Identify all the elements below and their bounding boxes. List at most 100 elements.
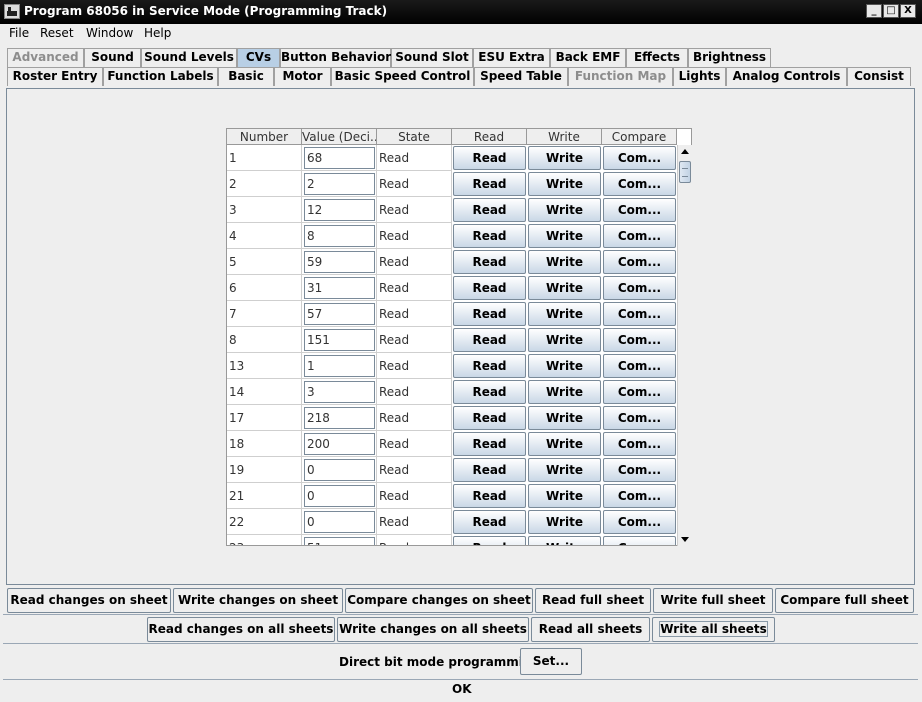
tab-effects[interactable]: Effects (626, 48, 688, 67)
cv-value-field[interactable]: 0 (304, 459, 375, 481)
row-write-button[interactable]: Write (528, 354, 601, 378)
cv-value-field[interactable]: 31 (304, 277, 375, 299)
tab-esu-extra[interactable]: ESU Extra (473, 48, 550, 67)
row-write-button[interactable]: Write (528, 380, 601, 404)
col-header-compare[interactable]: Compare (602, 129, 677, 145)
col-header-read[interactable]: Read (452, 129, 527, 145)
tab-sound-levels[interactable]: Sound Levels (141, 48, 237, 67)
cv-value-field[interactable]: 0 (304, 485, 375, 507)
row-read-button[interactable]: Read (453, 484, 526, 508)
row-write-button[interactable]: Write (528, 432, 601, 456)
table-scrollbar[interactable] (677, 145, 692, 546)
cv-value-field[interactable]: 12 (304, 199, 375, 221)
row-write-button[interactable]: Write (528, 198, 601, 222)
scroll-thumb[interactable] (679, 161, 691, 183)
row-write-button[interactable]: Write (528, 458, 601, 482)
menu-reset[interactable]: Reset (40, 26, 74, 40)
close-button[interactable]: X (900, 4, 916, 18)
row-read-button[interactable]: Read (453, 406, 526, 430)
row-write-button[interactable]: Write (528, 406, 601, 430)
row-read-button[interactable]: Read (453, 146, 526, 170)
cv-value-field[interactable]: 1 (304, 355, 375, 377)
row-read-button[interactable]: Read (453, 198, 526, 222)
read-full-sheet-button[interactable]: Read full sheet (535, 588, 651, 613)
row-compare-button[interactable]: Com... (603, 406, 676, 430)
write-all-sheets-button[interactable]: Write all sheets (652, 617, 775, 642)
cv-value-field[interactable]: 57 (304, 303, 375, 325)
row-read-button[interactable]: Read (453, 302, 526, 326)
row-compare-button[interactable]: Com... (603, 198, 676, 222)
cv-value-field[interactable]: 218 (304, 407, 375, 429)
cv-value-field[interactable]: 51 (304, 537, 375, 545)
tab-back-emf[interactable]: Back EMF (550, 48, 626, 67)
row-write-button[interactable]: Write (528, 510, 601, 534)
tab-brightness[interactable]: Brightness (688, 48, 771, 67)
row-compare-button[interactable]: Com... (603, 432, 676, 456)
row-compare-button[interactable]: Com... (603, 458, 676, 482)
tab-analog-controls[interactable]: Analog Controls (726, 67, 847, 86)
row-compare-button[interactable]: Com... (603, 146, 676, 170)
write-full-sheet-button[interactable]: Write full sheet (653, 588, 773, 613)
tab-basic-speed-control[interactable]: Basic Speed Control (331, 67, 474, 86)
row-write-button[interactable]: Write (528, 536, 601, 545)
col-header-write[interactable]: Write (527, 129, 602, 145)
menu-window[interactable]: Window (86, 26, 133, 40)
row-read-button[interactable]: Read (453, 536, 526, 545)
row-read-button[interactable]: Read (453, 432, 526, 456)
row-compare-button[interactable]: Com... (603, 484, 676, 508)
row-compare-button[interactable]: Com... (603, 276, 676, 300)
read-changes-all-button[interactable]: Read changes on all sheets (147, 617, 335, 642)
row-read-button[interactable]: Read (453, 458, 526, 482)
tab-function-labels[interactable]: Function Labels (103, 67, 218, 86)
cv-value-field[interactable]: 2 (304, 173, 375, 195)
row-compare-button[interactable]: Com... (603, 510, 676, 534)
row-write-button[interactable]: Write (528, 224, 601, 248)
row-read-button[interactable]: Read (453, 224, 526, 248)
tab-cvs[interactable]: CVs (237, 48, 280, 67)
row-read-button[interactable]: Read (453, 172, 526, 196)
read-changes-sheet-button[interactable]: Read changes on sheet (7, 588, 171, 613)
row-compare-button[interactable]: Com... (603, 302, 676, 326)
compare-full-sheet-button[interactable]: Compare full sheet (775, 588, 914, 613)
cv-value-field[interactable]: 8 (304, 225, 375, 247)
tab-button-behavior[interactable]: Button Behavior (280, 48, 391, 67)
tab-basic[interactable]: Basic (218, 67, 274, 86)
tab-speed-table[interactable]: Speed Table (474, 67, 568, 86)
cv-value-field[interactable]: 200 (304, 433, 375, 455)
menu-help[interactable]: Help (144, 26, 171, 40)
read-all-sheets-button[interactable]: Read all sheets (531, 617, 650, 642)
write-changes-sheet-button[interactable]: Write changes on sheet (173, 588, 343, 613)
scroll-up-icon[interactable] (681, 149, 689, 154)
row-write-button[interactable]: Write (528, 484, 601, 508)
tab-motor[interactable]: Motor (274, 67, 331, 86)
row-read-button[interactable]: Read (453, 276, 526, 300)
cv-value-field[interactable]: 151 (304, 329, 375, 351)
col-header-value[interactable]: Value (Deci... (302, 129, 377, 145)
compare-changes-sheet-button[interactable]: Compare changes on sheet (345, 588, 533, 613)
row-read-button[interactable]: Read (453, 250, 526, 274)
row-write-button[interactable]: Write (528, 172, 601, 196)
cv-value-field[interactable]: 0 (304, 511, 375, 533)
tab-consist[interactable]: Consist (847, 67, 911, 86)
row-write-button[interactable]: Write (528, 276, 601, 300)
row-read-button[interactable]: Read (453, 510, 526, 534)
row-write-button[interactable]: Write (528, 328, 601, 352)
row-compare-button[interactable]: Com... (603, 380, 676, 404)
row-read-button[interactable]: Read (453, 328, 526, 352)
row-compare-button[interactable]: Com... (603, 328, 676, 352)
col-header-number[interactable]: Number (227, 129, 302, 145)
tab-sound[interactable]: Sound (84, 48, 141, 67)
cv-value-field[interactable]: 68 (304, 147, 375, 169)
cv-value-field[interactable]: 3 (304, 381, 375, 403)
row-write-button[interactable]: Write (528, 302, 601, 326)
col-header-state[interactable]: State (377, 129, 452, 145)
menu-file[interactable]: File (9, 26, 29, 40)
row-compare-button[interactable]: Com... (603, 354, 676, 378)
row-compare-button[interactable]: Com... (603, 172, 676, 196)
maximize-button[interactable]: □ (883, 4, 899, 18)
write-changes-all-button[interactable]: Write changes on all sheets (337, 617, 529, 642)
set-button[interactable]: Set... (520, 648, 582, 675)
row-compare-button[interactable]: Com... (603, 224, 676, 248)
scroll-down-icon[interactable] (681, 537, 689, 542)
tab-roster-entry[interactable]: Roster Entry (7, 67, 103, 86)
